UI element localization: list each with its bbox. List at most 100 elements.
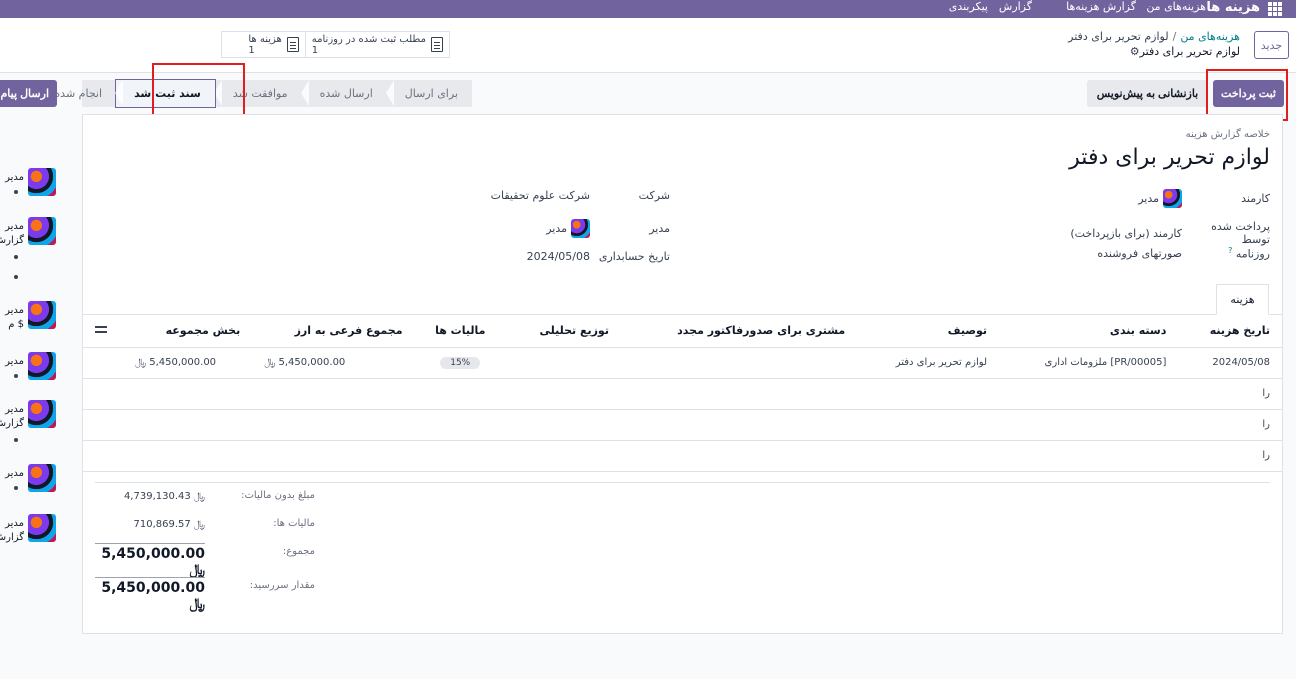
sliders-icon[interactable] <box>95 324 107 334</box>
form-subtitle: خلاصه گزارش هزینه <box>1185 129 1270 140</box>
smart-buttons: مطلب ثبت شده در روزنامه 1 هزینه ها 1 <box>221 31 450 58</box>
company-value[interactable]: شرکت علوم تحقیقات <box>491 189 590 202</box>
chatter-message[interactable]: مدیر گزارش <box>0 217 60 287</box>
message-text: گزارش <box>0 235 24 246</box>
message-author: مدیر <box>5 356 24 367</box>
chatter-message[interactable]: مدیر $ م <box>0 301 60 341</box>
menu-expense-reports[interactable]: گزارش هزینه‌ها <box>1066 0 1136 14</box>
total-label: مجموع: <box>282 546 315 557</box>
cell-empty <box>83 347 123 379</box>
company-field: شرکت شرکت علوم تحقیقات <box>491 189 670 202</box>
cell-customer[interactable] <box>620 347 858 379</box>
column-header[interactable]: دسته بندی <box>999 315 1179 348</box>
stage-to-submit[interactable]: برای ارسال <box>385 80 472 107</box>
amount-due-value: 5,450,000.00 ﷼ <box>95 577 205 612</box>
cell-analytic[interactable] <box>505 347 621 379</box>
paid-by-value[interactable]: کارمند (برای بازپرداخت) <box>1070 227 1182 240</box>
tab-expense[interactable]: هزینه <box>1216 284 1269 315</box>
stage-approved[interactable]: موافقت شد <box>213 80 302 107</box>
total-value: 5,450,000.00 ﷼ <box>95 543 205 578</box>
breadcrumb-parent[interactable]: لوازم تحریر برای دفتر <box>1068 30 1168 43</box>
empty-row-cell: را <box>83 409 1282 441</box>
journal-field: روزنامه ? صورتهای فروشنده <box>1097 246 1270 261</box>
totals-divider <box>95 482 1270 483</box>
totals-summary: مبلغ بدون مالیات: 4,739,130.43 ﷼ مالیات … <box>95 487 325 612</box>
reset-to-draft-button[interactable]: بازنشانی به پیش‌نویس <box>1087 80 1208 107</box>
journal-label: روزنامه ? <box>1228 246 1270 261</box>
paid-by-field: پرداخت شده توسط کارمند (برای بازپرداخت) <box>1070 220 1270 246</box>
smart-button-count: 1 <box>311 44 319 56</box>
avatar <box>571 219 590 238</box>
column-header[interactable]: بخش مجموعه <box>123 315 253 348</box>
form-sheet: خلاصه گزارش هزینه لوازم تحریر برای دفتر … <box>82 114 1283 634</box>
message-author: مدیر <box>5 518 24 529</box>
breadcrumb-root[interactable]: هزینه‌های من <box>1180 30 1240 43</box>
send-message-button[interactable]: ارسال پیام <box>0 80 57 107</box>
document-icon <box>431 37 443 52</box>
stage-posted[interactable]: سند ثبت شد <box>115 79 216 108</box>
message-author: مدیر <box>5 172 24 183</box>
cell-description[interactable]: لوازم تحریر برای دفتر <box>857 347 999 379</box>
breadcrumb-separator: / <box>1172 30 1177 43</box>
empty-row-cell: را <box>83 378 1282 410</box>
smart-button-label: مطلب ثبت شده در روزنامه 1 <box>311 33 426 56</box>
menu-my-expenses[interactable]: هزینه‌های من <box>1146 0 1206 14</box>
message-text: گزارش <box>0 418 24 429</box>
document-icon <box>286 37 299 52</box>
cell-date[interactable]: 2024/05/08 <box>1178 347 1282 379</box>
journal-value[interactable]: صورتهای فروشنده <box>1097 247 1182 260</box>
apps-menu-icon[interactable] <box>1268 2 1282 16</box>
control-panel: جدید هزینه‌های من/ لوازم تحریر برای دفتر … <box>0 18 1296 73</box>
breadcrumb-current: لوازم تحریر برای دفتر⚙ <box>1068 45 1240 58</box>
employee-value[interactable]: مدیر <box>1138 189 1182 208</box>
menu-configuration[interactable]: پیکربندی <box>949 0 988 14</box>
expenses-smart-button[interactable]: هزینه ها 1 <box>242 32 304 57</box>
expense-lines-table: تاریخ هزینه دسته بندی توصیف مشتری برای ص… <box>83 315 1282 472</box>
gear-icon[interactable]: ⚙ <box>1130 45 1140 58</box>
message-author: مدیر <box>5 305 24 316</box>
accounting-date-value[interactable]: 2024/05/08 <box>527 250 590 263</box>
column-settings[interactable] <box>83 315 123 348</box>
message-text: $ م <box>8 319 24 330</box>
bullet-icon <box>14 438 18 442</box>
manager-label: مدیر <box>649 222 670 235</box>
chatter-message[interactable]: مدیر <box>0 168 60 208</box>
table-row[interactable]: 2024/05/08 [PR/00005] ملزومات اداری لواز… <box>83 347 1282 379</box>
column-header[interactable]: مجموع فرعی به ارز <box>252 315 415 348</box>
chatter-message[interactable]: مدیر <box>0 352 60 392</box>
cell-subtotal[interactable]: 5,450,000.00 ﷼ <box>252 347 415 379</box>
form-title[interactable]: لوازم تحریر برای دفتر <box>1069 145 1270 170</box>
manager-value[interactable]: مدیر <box>546 219 590 238</box>
column-header[interactable]: مشتری برای صدورفاکتور مجدد <box>620 315 858 348</box>
empty-row-cell: را <box>83 440 1282 472</box>
avatar <box>28 217 56 245</box>
message-author: مدیر <box>5 221 24 232</box>
bullet-icon <box>14 255 18 259</box>
app-name[interactable]: هزینه ها <box>1206 0 1260 16</box>
cell-tax[interactable]: 15% <box>414 347 506 379</box>
column-header[interactable]: تاریخ هزینه <box>1178 315 1282 348</box>
table-row[interactable]: را <box>83 409 1282 441</box>
table-row[interactable]: را <box>83 378 1282 410</box>
status-bar: برای ارسال ارسال شده موافقت شد سند ثبت ش… <box>54 79 472 108</box>
menu-reporting[interactable]: گزارش <box>999 0 1032 14</box>
stage-submitted[interactable]: ارسال شده <box>300 80 387 107</box>
cell-category[interactable]: [PR/00005] ملزومات اداری <box>999 347 1179 379</box>
employee-label: کارمند <box>1241 192 1270 205</box>
column-header[interactable]: توزیع تحلیلی <box>505 315 621 348</box>
bullet-icon <box>14 275 18 279</box>
journal-entry-smart-button[interactable]: مطلب ثبت شده در روزنامه 1 <box>304 32 449 57</box>
help-icon[interactable]: ? <box>1228 246 1232 255</box>
column-header[interactable]: مالیات ها <box>414 315 506 348</box>
new-button[interactable]: جدید <box>1254 31 1289 59</box>
message-author: مدیر <box>5 404 24 415</box>
chatter-message[interactable]: مدیر <box>0 464 60 504</box>
column-header[interactable]: توصیف <box>857 315 999 348</box>
chatter-message[interactable]: مدیر گزارش <box>0 514 60 554</box>
avatar <box>1163 189 1182 208</box>
cell-total[interactable]: 5,450,000.00 ﷼ <box>123 347 253 379</box>
chatter-message[interactable]: مدیر گزارش <box>0 400 60 450</box>
post-payment-button[interactable]: ثبت پرداخت <box>1213 80 1284 107</box>
table-row[interactable]: را <box>83 440 1282 472</box>
amount-due-label: مقدار سررسید: <box>249 580 315 591</box>
